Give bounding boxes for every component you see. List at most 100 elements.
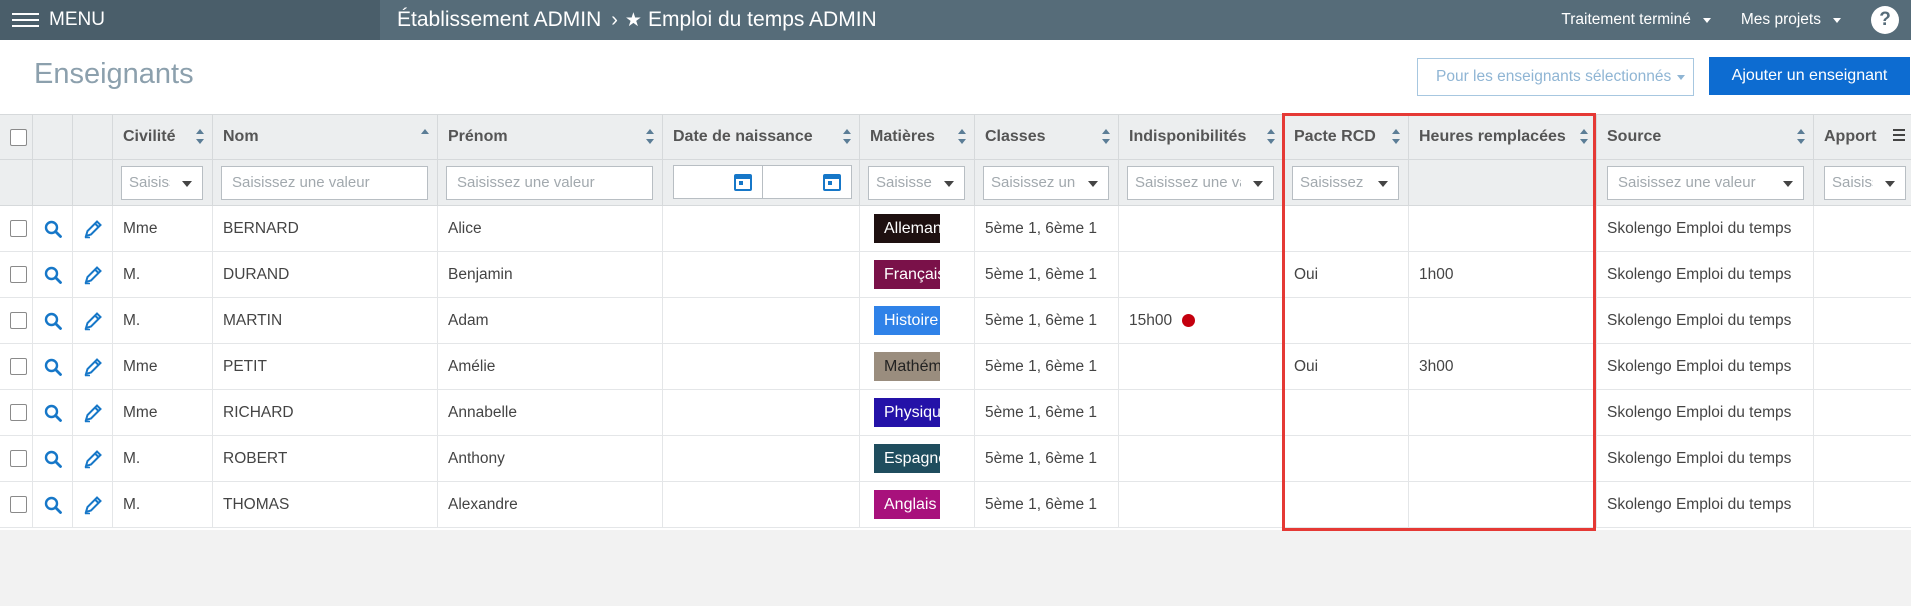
column-menu-icon[interactable]: [1893, 129, 1905, 141]
filter-date-to[interactable]: [762, 165, 852, 199]
menu-button[interactable]: MENU: [0, 0, 380, 40]
table-row[interactable]: Mme RICHARD Annabelle Physique 5ème 1, 6…: [0, 390, 1911, 436]
filter-nom-input[interactable]: Saisissez une valeur: [221, 165, 428, 200]
row-checkbox[interactable]: [10, 404, 27, 421]
pencil-icon[interactable]: [73, 265, 112, 285]
sort-icon[interactable]: [646, 129, 654, 145]
sort-icon[interactable]: [1392, 129, 1400, 145]
cell-matieres: Français: [860, 252, 975, 297]
search-icon[interactable]: [33, 266, 72, 284]
cell-nom: THOMAS: [213, 482, 438, 527]
column-header-classes[interactable]: Classes: [975, 115, 1119, 159]
bulk-action-select[interactable]: Pour les enseignants sélectionnés: [1417, 58, 1694, 96]
filter-date-from[interactable]: [673, 165, 763, 199]
search-icon[interactable]: [33, 404, 72, 422]
sort-icon[interactable]: [1580, 129, 1588, 145]
hamburger-icon: [12, 13, 39, 27]
column-header-date-naissance[interactable]: Date de naissance: [663, 115, 860, 159]
row-checkbox[interactable]: [10, 312, 27, 329]
filter-cell-indisponibilites: Saisissez une va: [1119, 160, 1284, 205]
cell-apport: [1814, 344, 1911, 389]
row-checkbox[interactable]: [10, 358, 27, 375]
pencil-icon[interactable]: [73, 219, 112, 239]
pencil-icon[interactable]: [73, 495, 112, 515]
subject-badge: Allemand: [874, 214, 940, 243]
column-header-heures-remplacees[interactable]: Heures remplacées: [1409, 115, 1597, 159]
filter-classes-select[interactable]: Saisissez une: [983, 165, 1109, 200]
pencil-icon[interactable]: [73, 311, 112, 331]
column-header-source[interactable]: Source: [1597, 115, 1814, 159]
pencil-icon[interactable]: [73, 403, 112, 423]
row-checkbox[interactable]: [10, 450, 27, 467]
cell-heures-remplacees: 1h00: [1409, 252, 1597, 297]
table-row[interactable]: M. MARTIN Adam Histoire 5ème 1, 6ème 1 1…: [0, 298, 1911, 344]
breadcrumb-separator: ›: [611, 8, 618, 31]
sort-icon[interactable]: [1267, 129, 1275, 145]
cell-classes: 5ème 1, 6ème 1: [975, 252, 1119, 297]
column-header-apport[interactable]: Apport: [1814, 115, 1911, 159]
calendar-icon[interactable]: [734, 174, 752, 191]
cell-prenom: Amélie: [438, 344, 663, 389]
search-icon[interactable]: [33, 312, 72, 330]
cell-nom: PETIT: [213, 344, 438, 389]
column-label: Source: [1607, 128, 1662, 145]
table-row[interactable]: Mme PETIT Amélie Mathématiques 5ème 1, 6…: [0, 344, 1911, 390]
table-row[interactable]: M. ROBERT Anthony Espagnol 5ème 1, 6ème …: [0, 436, 1911, 482]
row-checkbox[interactable]: [10, 266, 27, 283]
breadcrumb-timetable[interactable]: Emploi du temps ADMIN: [648, 8, 877, 32]
table-row[interactable]: Mme BERNARD Alice Allemand 5ème 1, 6ème …: [0, 206, 1911, 252]
search-icon[interactable]: [33, 220, 72, 238]
add-teacher-button[interactable]: Ajouter un enseignant: [1709, 57, 1910, 95]
cell-date-naissance: [663, 252, 860, 297]
cell-pacte-rcd: Oui: [1284, 344, 1409, 389]
column-header-nom[interactable]: Nom: [213, 115, 438, 159]
sort-icon[interactable]: [1797, 129, 1805, 145]
sort-icon[interactable]: [843, 129, 851, 145]
table-row[interactable]: M. THOMAS Alexandre Anglais 5ème 1, 6ème…: [0, 482, 1911, 528]
search-icon[interactable]: [33, 358, 72, 376]
sort-asc-icon[interactable]: [421, 129, 429, 145]
row-checkbox[interactable]: [10, 496, 27, 513]
page-header: Enseignants Pour les enseignants sélecti…: [0, 40, 1911, 114]
column-header-matieres[interactable]: Matières: [860, 115, 975, 159]
column-header-prenom[interactable]: Prénom: [438, 115, 663, 159]
sort-icon[interactable]: [958, 129, 966, 145]
my-projects-dropdown[interactable]: Mes projets: [1741, 11, 1841, 29]
breadcrumb-school[interactable]: Établissement ADMIN: [397, 8, 601, 32]
column-header-pacte-rcd[interactable]: Pacte RCD: [1284, 115, 1409, 159]
row-view-cell: [33, 390, 73, 435]
star-icon[interactable]: ★: [625, 9, 642, 32]
row-edit-cell: [73, 482, 113, 527]
column-label: Apport: [1824, 128, 1877, 145]
processing-status-dropdown[interactable]: Traitement terminé: [1561, 11, 1711, 29]
sort-icon[interactable]: [196, 129, 204, 145]
filter-pacte-rcd-select[interactable]: Saisissez: [1292, 165, 1399, 200]
cell-apport: [1814, 298, 1911, 343]
cell-date-naissance: [663, 390, 860, 435]
column-header-indisponibilites[interactable]: Indisponibilités: [1119, 115, 1284, 159]
subject-badge: Histoire: [874, 306, 940, 335]
select-all-checkbox[interactable]: [10, 128, 27, 146]
help-icon[interactable]: ?: [1871, 6, 1899, 34]
calendar-icon[interactable]: [823, 174, 841, 191]
my-projects-label: Mes projets: [1740, 11, 1821, 28]
pencil-icon[interactable]: [73, 357, 112, 377]
filter-matieres-select[interactable]: Saisissez: [868, 165, 965, 200]
table-row[interactable]: M. DURAND Benjamin Français 5ème 1, 6ème…: [0, 252, 1911, 298]
filter-source-select[interactable]: Saisissez une valeur: [1607, 165, 1804, 200]
column-header-civilite[interactable]: Civilité: [113, 115, 213, 159]
cell-date-naissance: [663, 482, 860, 527]
table-header-row: Civilité Nom Prénom Date de naissance Ma…: [0, 114, 1911, 160]
filter-apport-select[interactable]: Saisissez: [1824, 165, 1906, 200]
sort-icon[interactable]: [1102, 129, 1110, 145]
filter-civilite-select[interactable]: Saisissez: [121, 165, 203, 200]
filter-prenom-input[interactable]: Saisissez une valeur: [446, 165, 653, 200]
cell-nom: DURAND: [213, 252, 438, 297]
pencil-icon[interactable]: [73, 449, 112, 469]
cell-apport: [1814, 252, 1911, 297]
search-icon[interactable]: [33, 450, 72, 468]
search-icon[interactable]: [33, 496, 72, 514]
filter-indisponibilites-select[interactable]: Saisissez une va: [1127, 165, 1274, 200]
filter-placeholder: Saisissez: [129, 174, 170, 191]
row-checkbox[interactable]: [10, 220, 27, 237]
